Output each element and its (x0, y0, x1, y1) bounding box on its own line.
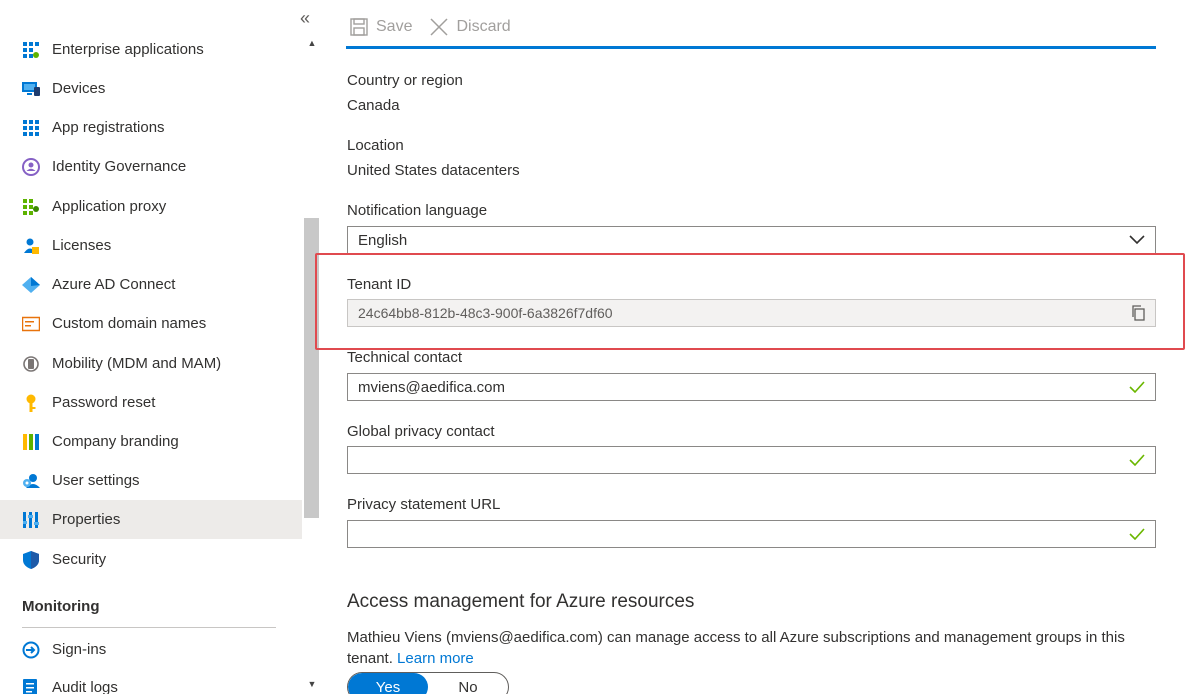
sidebar-item-licenses[interactable]: Licenses (0, 226, 302, 265)
identity-governance-icon (22, 157, 40, 176)
learn-more-link[interactable]: Learn more (397, 650, 474, 667)
sidebar-item-label: Password reset (52, 394, 156, 411)
sidebar-item-label: Identity Governance (52, 158, 187, 175)
sidebar-item-label: App registrations (52, 119, 165, 136)
sidebar-item-custom-domain-names[interactable]: Custom domain names (0, 304, 302, 343)
sidebar-item-password-reset[interactable]: Password reset (0, 383, 302, 422)
scroll-down-arrow-icon[interactable]: ▼ (302, 675, 322, 693)
checkmark-icon (1129, 378, 1145, 396)
discard-label: Discard (456, 18, 511, 35)
sidebar-item-label: Security (52, 551, 107, 568)
save-icon (350, 18, 368, 36)
sidebar-item-label: Mobility (MDM and MAM) (52, 355, 222, 372)
monitoring-heading: Monitoring (22, 598, 100, 615)
sidebar-item-label: Properties (52, 511, 121, 528)
bars-icon (22, 433, 40, 451)
privacy-statement-url-input[interactable] (347, 520, 1156, 548)
toolbar-divider (346, 46, 1156, 49)
sidebar-item-label: User settings (52, 472, 140, 489)
user-gear-icon (22, 472, 40, 490)
sidebar-item-label: Custom domain names (52, 315, 207, 332)
sidebar-item-label: Audit logs (52, 679, 118, 694)
privacy-statement-url-label: Privacy statement URL (347, 496, 501, 513)
properties-icon (22, 511, 40, 529)
global-privacy-contact-input[interactable] (347, 446, 1156, 474)
save-label: Save (376, 18, 413, 35)
access-management-heading: Access management for Azure resources (347, 591, 695, 612)
save-button[interactable]: Save (350, 18, 412, 36)
sidebar-item-app-registrations[interactable]: App registrations (0, 108, 302, 147)
sidebar-item-devices[interactable]: Devices (0, 69, 302, 108)
global-privacy-contact-label: Global privacy contact (347, 423, 495, 440)
sidebar-item-azure-ad-connect[interactable]: Azure AD Connect (0, 265, 302, 304)
sidebar-item-label: Devices (52, 80, 106, 97)
access-management-description: Mathieu Viens (mviens@aedifica.com) can … (347, 627, 1157, 669)
divider (22, 627, 276, 628)
highlight-box (315, 253, 1185, 350)
sidebar-item-label: Company branding (52, 433, 179, 450)
diamond-icon (22, 276, 40, 294)
audit-log-icon (22, 678, 40, 694)
sidebar-item-application-proxy[interactable]: Application proxy (0, 187, 302, 226)
license-user-icon (22, 237, 40, 255)
sidebar-item-user-settings[interactable]: User settings (0, 461, 302, 500)
sidebar-item-company-branding[interactable]: Company branding (0, 422, 302, 461)
monitor-icon (22, 80, 40, 98)
notification-language-label: Notification language (347, 202, 488, 219)
technical-contact-value: mviens@aedifica.com (358, 378, 505, 396)
country-label: Country or region (347, 72, 463, 89)
scroll-up-arrow-icon[interactable]: ▲ (302, 34, 322, 52)
command-bar: Save Discard (350, 12, 511, 42)
grid-apps-icon (22, 41, 40, 59)
sidebar-item-security[interactable]: Security (0, 540, 302, 579)
toggle-yes-option[interactable]: Yes (348, 673, 428, 694)
application-proxy-icon (22, 198, 40, 216)
sidebar-item-label: Sign-ins (52, 641, 107, 658)
notification-language-value: English (358, 231, 408, 249)
sidebar-item-enterprise-applications[interactable]: Enterprise applications (0, 30, 302, 69)
sidebar-item-label: Application proxy (52, 198, 167, 215)
shield-icon (22, 550, 40, 569)
country-value: Canada (347, 97, 400, 114)
domain-card-icon (22, 315, 40, 333)
sign-in-icon (22, 641, 40, 659)
sidebar-item-label: Licenses (52, 237, 112, 254)
sidebar-item-audit-logs[interactable]: Audit logs (0, 668, 302, 694)
location-value: United States datacenters (347, 162, 520, 179)
close-icon (430, 18, 448, 36)
sidebar-item-identity-governance[interactable]: Identity Governance (0, 147, 302, 186)
collapse-sidebar-icon[interactable]: « (300, 8, 310, 29)
access-management-toggle[interactable]: Yes No (347, 672, 509, 694)
sidebar-item-properties[interactable]: Properties (0, 500, 302, 539)
sidebar-item-label: Enterprise applications (52, 41, 204, 58)
key-icon (22, 394, 40, 412)
technical-contact-label: Technical contact (347, 349, 463, 366)
sidebar-item-label: Azure AD Connect (52, 276, 176, 293)
technical-contact-input[interactable]: mviens@aedifica.com (347, 373, 1156, 401)
checkmark-icon (1129, 451, 1145, 469)
sidebar-item-sign-ins[interactable]: Sign-ins (0, 630, 302, 669)
toggle-no-option[interactable]: No (428, 673, 508, 694)
sidebar-nav: Enterprise applications Devices App regi… (0, 0, 302, 694)
checkmark-icon (1129, 525, 1145, 543)
location-label: Location (347, 137, 404, 154)
discard-button[interactable]: Discard (430, 18, 511, 36)
chevron-down-icon (1129, 231, 1145, 249)
notification-language-dropdown[interactable]: English (347, 226, 1156, 254)
mobility-icon (22, 355, 40, 373)
grid-apps-icon (22, 119, 40, 137)
sidebar-item-mobility[interactable]: Mobility (MDM and MAM) (0, 344, 302, 383)
